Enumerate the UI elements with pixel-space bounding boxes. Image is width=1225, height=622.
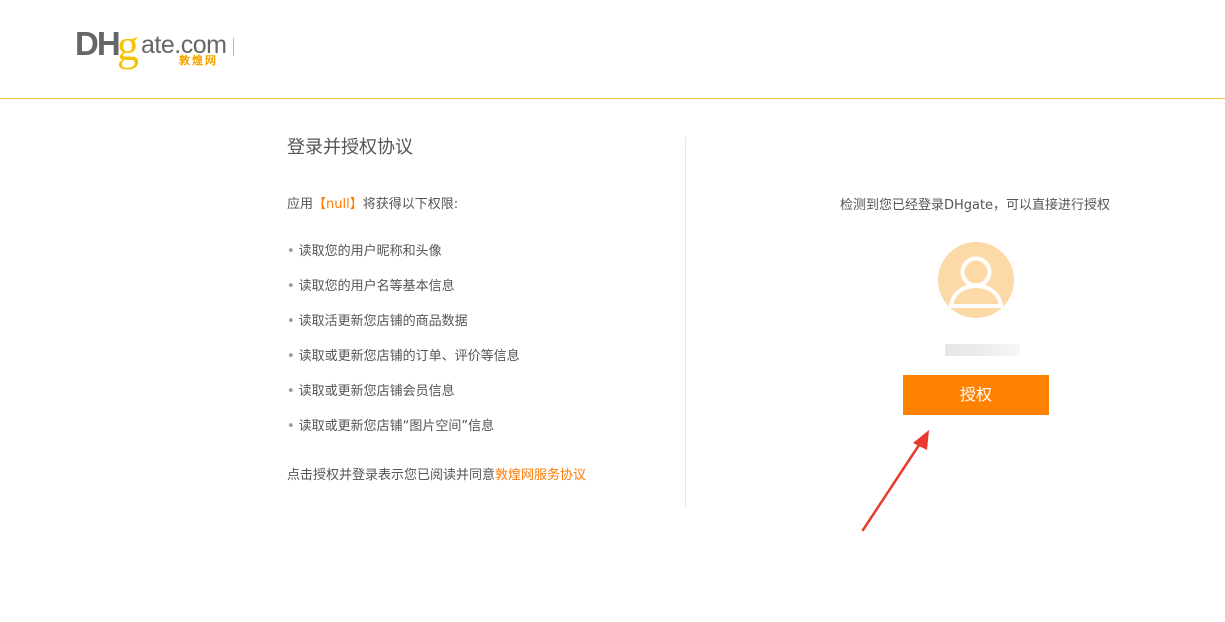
permission-intro: 应用【null】将获得以下权限:: [287, 196, 458, 214]
permission-list: • 读取您的用户昵称和头像 • 读取您的用户名等基本信息 • 读取活更新您店铺的商品数…: [287, 243, 520, 453]
user-avatar-icon: [938, 242, 1014, 318]
permission-item: • 读取您的用户昵称和头像: [287, 243, 520, 278]
logo-chinese-text: 敦煌网: [179, 54, 218, 67]
permission-text: 读取或更新您店铺会员信息: [298, 384, 455, 399]
permission-text: 读取或更新您店铺的订单、评价等信息: [298, 349, 520, 364]
permission-text: 读取活更新您店铺的商品数据: [298, 314, 468, 329]
red-pointer-arrow: [861, 430, 929, 532]
logo-g-text: g: [117, 21, 139, 70]
agreement-notice: 点击授权并登录表示您已阅读并同意敦煌网服务协议: [287, 467, 586, 485]
permission-text: 读取您的用户名等基本信息: [298, 279, 455, 294]
bullet-icon: •: [287, 244, 295, 259]
bullet-icon: •: [287, 349, 295, 364]
authorize-button[interactable]: 授权: [903, 375, 1049, 415]
bullet-icon: •: [287, 279, 295, 294]
intro-prefix: 应用: [287, 197, 314, 212]
bullet-icon: •: [287, 384, 295, 399]
agreement-panel: 登录并授权协议 应用【null】将获得以下权限: • 读取您的用户昵称和头像 • 读…: [287, 135, 667, 483]
permission-text: 读取您的用户昵称和头像: [298, 244, 442, 259]
permission-item: • 读取或更新您店铺会员信息: [287, 383, 520, 418]
page-title: 登录并授权协议: [287, 137, 413, 158]
vertical-divider: [685, 137, 686, 507]
permission-item: • 读取活更新您店铺的商品数据: [287, 313, 520, 348]
service-agreement-link[interactable]: 敦煌网服务协议: [495, 468, 586, 483]
permission-item: • 读取或更新您店铺的订单、评价等信息: [287, 348, 520, 383]
logo-separator: [233, 38, 234, 56]
permission-item: • 读取您的用户名等基本信息: [287, 278, 520, 313]
permission-text: 读取或更新您店铺“图片空间”信息: [298, 419, 495, 434]
permission-item: • 读取或更新您店铺“图片空间”信息: [287, 418, 520, 453]
dhgate-logo[interactable]: DH g ate.com 敦煌网: [75, 22, 240, 74]
intro-suffix: 将获得以下权限:: [362, 197, 459, 212]
avatar-silhouette: [949, 256, 1003, 308]
logo-dh-text: DH: [75, 25, 121, 62]
bullet-icon: •: [287, 419, 295, 434]
login-detected-text: 检测到您已经登录DHgate，可以直接进行授权: [839, 198, 1111, 213]
blurred-username: [945, 344, 1020, 356]
app-name: 【null】: [313, 197, 363, 212]
bullet-icon: •: [287, 314, 295, 329]
agreement-prefix: 点击授权并登录表示您已阅读并同意: [287, 468, 496, 483]
header: DH g ate.com 敦煌网: [0, 0, 1225, 99]
